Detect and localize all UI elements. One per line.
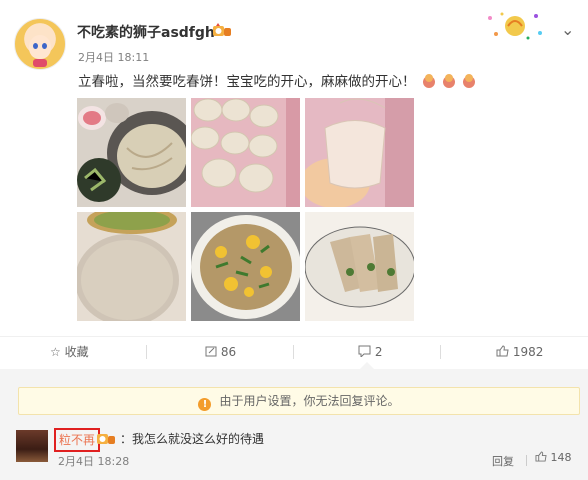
emoji-icon [422, 74, 435, 88]
reply-restriction-notice: ! 由于用户设置，你无法回复评论。 [18, 387, 580, 415]
post-photo[interactable] [77, 98, 186, 207]
vip-badge-icon[interactable] [212, 23, 232, 37]
chevron-down-icon[interactable]: ⌄ [561, 20, 574, 39]
favorite-label: 收藏 [64, 345, 89, 359]
like-button[interactable]: 1982 [496, 337, 543, 367]
comment-like-button[interactable]: 148 [535, 451, 572, 464]
post-username[interactable]: 不吃素的狮子asdfgh [77, 22, 215, 42]
comment-avatar[interactable] [16, 430, 48, 462]
post-text: 立春啦，当然要吃春饼！宝宝吃的开心，麻麻做的开心！ [78, 70, 476, 90]
comments-section: ! 由于用户设置，你无法回复评论。 粒不再 ：我怎么就没这么好的待遇 2月4日 1… [0, 369, 588, 480]
comment-username[interactable]: 粒不再 [54, 428, 101, 452]
post-photo[interactable] [191, 98, 300, 207]
decoration-sticker-icon [488, 12, 542, 40]
post-photo[interactable] [305, 98, 414, 207]
comment-time: 2月4日 18:28 [58, 455, 130, 468]
repost-button[interactable]: 86 [205, 337, 236, 367]
comment-icon [358, 345, 371, 359]
post-text-content: 立春啦，当然要吃春饼！宝宝吃的开心，麻麻做的开心！ [78, 74, 416, 90]
avatar[interactable] [14, 18, 66, 70]
repost-count: 86 [220, 345, 237, 359]
notice-text: 由于用户设置，你无法回复评论。 [219, 394, 400, 408]
comment-count: 2 [374, 345, 383, 359]
post-photo[interactable] [77, 212, 186, 321]
comment-caret [360, 362, 374, 369]
reply-button[interactable]: 回复 [492, 453, 514, 469]
comment-like-count: 148 [550, 451, 572, 464]
vip-badge-icon[interactable] [96, 431, 116, 445]
favorite-button[interactable]: ☆ 收藏 [50, 337, 89, 367]
like-count: 1982 [512, 345, 544, 359]
post-time[interactable]: 2月4日 18:11 [78, 49, 149, 65]
weibo-post-card: 不吃素的狮子asdfgh 2月4日 18:11 ⌄ 立春啦，当然要吃春饼！宝宝吃… [0, 0, 588, 480]
post-photo[interactable] [191, 212, 300, 321]
comment-text: ：我怎么就没这么好的待遇 [120, 432, 265, 446]
thumbs-up-icon [535, 451, 547, 462]
thumbs-up-icon [496, 345, 509, 357]
info-icon: ! [198, 398, 212, 411]
emoji-icon [463, 74, 476, 88]
star-icon: ☆ [50, 345, 61, 359]
action-bar: ☆ 收藏 86 2 1982 [0, 336, 588, 367]
repost-icon [205, 346, 217, 357]
emoji-icon [443, 74, 456, 88]
post-photo[interactable] [305, 212, 414, 321]
